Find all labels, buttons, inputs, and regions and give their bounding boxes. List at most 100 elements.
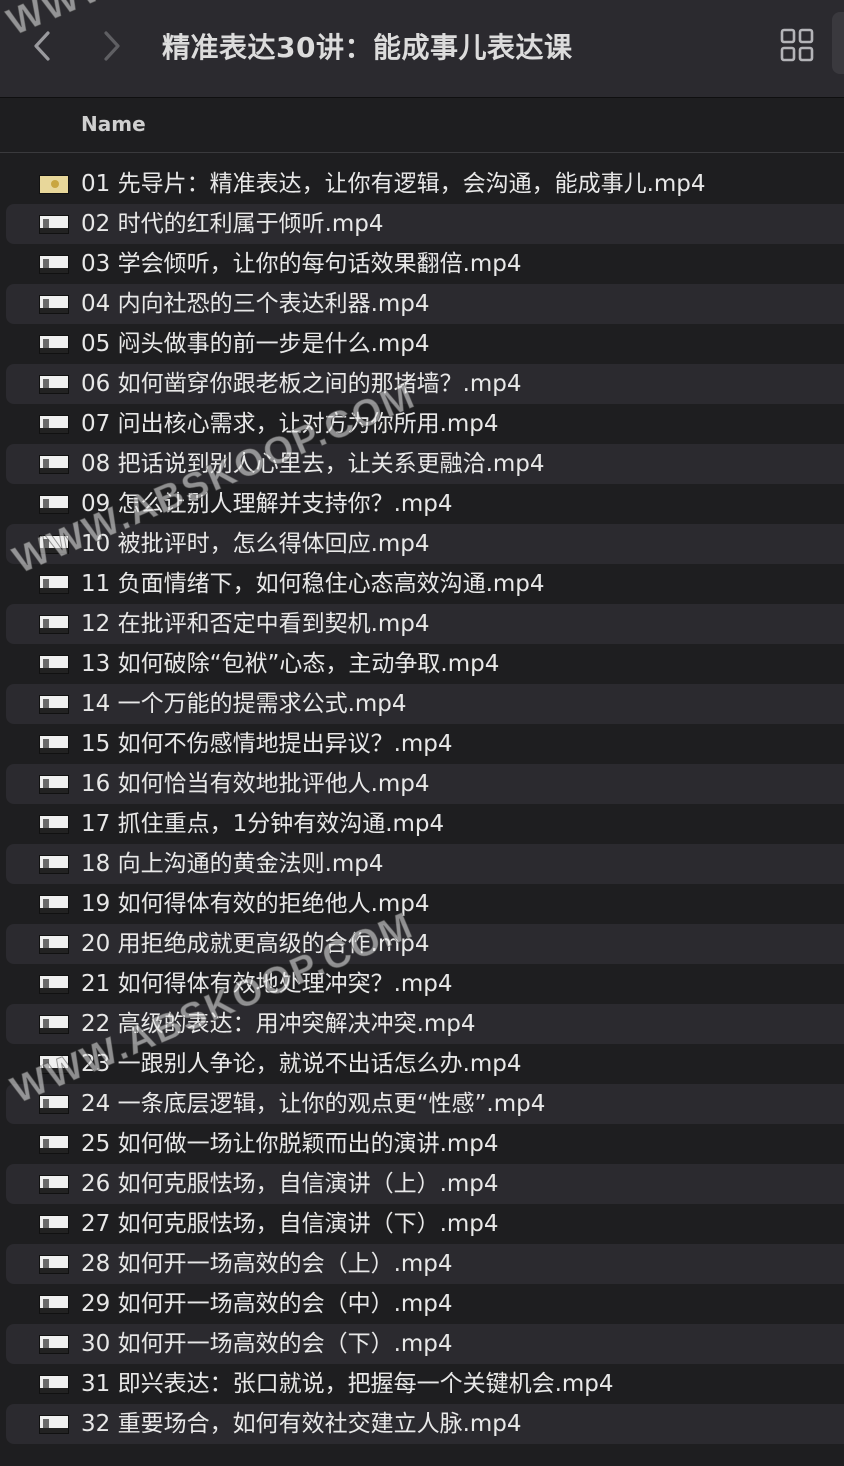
file-name: 30 如何开一场高效的会（下）.mp4 — [81, 1331, 453, 1357]
forward-button[interactable] — [92, 24, 132, 68]
file-row[interactable]: 03 学会倾听，让你的每句话效果翻倍.mp4 — [6, 244, 844, 284]
thumbnail-bar — [40, 1348, 68, 1353]
video-thumbnail-icon — [39, 655, 69, 674]
file-name: 07 问出核心需求，让对方为你所用.mp4 — [81, 411, 499, 437]
name-column-header[interactable]: Name — [81, 112, 146, 136]
file-row[interactable]: 27 如何克服怯场，自信演讲（下）.mp4 — [6, 1204, 844, 1244]
file-row[interactable]: 18 向上沟通的黄金法则.mp4 — [6, 844, 844, 884]
file-name: 28 如何开一场高效的会（上）.mp4 — [81, 1251, 453, 1277]
thumbnail-bar — [40, 588, 68, 593]
file-row[interactable]: 12 在批评和否定中看到契机.mp4 — [6, 604, 844, 644]
thumbnail-figure — [43, 499, 49, 508]
file-name: 21 如何得体有效地处理冲突？.mp4 — [81, 971, 453, 997]
file-row[interactable]: 17 抓住重点，1分钟有效沟通.mp4 — [6, 804, 844, 844]
thumbnail-figure — [43, 739, 49, 748]
file-name: 12 在批评和否定中看到契机.mp4 — [81, 611, 430, 637]
thumbnail-bar — [40, 1108, 68, 1113]
thumbnail-figure — [43, 1259, 49, 1268]
chevron-left-icon — [34, 31, 50, 61]
thumbnail-figure — [43, 419, 49, 428]
video-thumbnail-icon — [39, 1295, 69, 1314]
video-thumbnail-icon — [39, 1375, 69, 1394]
video-thumbnail-icon — [39, 935, 69, 954]
thumbnail-figure — [43, 1219, 49, 1228]
file-row[interactable]: 26 如何克服怯场，自信演讲（上）.mp4 — [6, 1164, 844, 1204]
file-row[interactable]: 21 如何得体有效地处理冲突？.mp4 — [6, 964, 844, 1004]
file-name: 29 如何开一场高效的会（中）.mp4 — [81, 1291, 453, 1317]
file-row[interactable]: 01 先导片：精准表达，让你有逻辑，会沟通，能成事儿.mp4 — [6, 164, 844, 204]
file-row[interactable]: 24 一条底层逻辑，让你的观点更“性感”.mp4 — [6, 1084, 844, 1124]
video-thumbnail-icon — [39, 455, 69, 474]
thumbnail-bar — [40, 548, 68, 553]
file-row[interactable]: 29 如何开一场高效的会（中）.mp4 — [6, 1284, 844, 1324]
file-row[interactable]: 06 如何凿穿你跟老板之间的那堵墙？.mp4 — [6, 364, 844, 404]
file-row[interactable]: 19 如何得体有效的拒绝他人.mp4 — [6, 884, 844, 924]
file-name: 06 如何凿穿你跟老板之间的那堵墙？.mp4 — [81, 371, 522, 397]
video-thumbnail-icon — [39, 615, 69, 634]
file-name: 26 如何克服怯场，自信演讲（上）.mp4 — [81, 1171, 499, 1197]
thumbnail-figure — [43, 339, 49, 348]
thumbnail-figure — [43, 1099, 49, 1108]
file-row[interactable]: 07 问出核心需求，让对方为你所用.mp4 — [6, 404, 844, 444]
thumbnail-bar — [40, 748, 68, 753]
file-name: 05 闷头做事的前一步是什么.mp4 — [81, 331, 430, 357]
file-row[interactable]: 28 如何开一场高效的会（上）.mp4 — [6, 1244, 844, 1284]
thumbnail-bar — [40, 1228, 68, 1233]
file-name: 11 负面情绪下，如何稳住心态高效沟通.mp4 — [81, 571, 545, 597]
thumbnail-figure — [43, 459, 49, 468]
thumbnail-bar — [40, 1388, 68, 1393]
file-name: 20 用拒绝成就更高级的合作.mp4 — [81, 931, 430, 957]
file-row[interactable]: 09 怎么让别人理解并支持你？.mp4 — [6, 484, 844, 524]
thumbnail-figure — [43, 579, 49, 588]
file-row[interactable]: 11 负面情绪下，如何稳住心态高效沟通.mp4 — [6, 564, 844, 604]
thumbnail-bar — [40, 668, 68, 673]
video-thumbnail-icon — [39, 1055, 69, 1074]
file-row[interactable]: 10 被批评时，怎么得体回应.mp4 — [6, 524, 844, 564]
chevron-right-icon — [104, 31, 120, 61]
file-row[interactable]: 04 内向社恐的三个表达利器.mp4 — [6, 284, 844, 324]
thumbnail-figure — [43, 259, 49, 268]
file-row[interactable]: 02 时代的红利属于倾听.mp4 — [6, 204, 844, 244]
video-thumbnail-icon — [39, 975, 69, 994]
column-header: Name — [0, 99, 844, 153]
file-row[interactable]: 23 一跟别人争论，就说不出话怎么办.mp4 — [6, 1044, 844, 1084]
file-row[interactable]: 15 如何不伤感情地提出异议？.mp4 — [6, 724, 844, 764]
thumbnail-figure — [43, 539, 49, 548]
thumbnail-figure — [43, 899, 49, 908]
file-name: 14 一个万能的提需求公式.mp4 — [81, 691, 407, 717]
thumbnail-bar — [40, 1428, 68, 1433]
file-name: 18 向上沟通的黄金法则.mp4 — [81, 851, 384, 877]
file-row[interactable]: 32 重要场合，如何有效社交建立人脉.mp4 — [6, 1404, 844, 1444]
file-row[interactable]: 22 高级的表达：用冲突解决冲突.mp4 — [6, 1004, 844, 1044]
file-row[interactable]: 16 如何恰当有效地批评他人.mp4 — [6, 764, 844, 804]
video-thumbnail-icon — [39, 415, 69, 434]
thumbnail-bar — [40, 308, 68, 313]
video-thumbnail-icon — [39, 775, 69, 794]
thumbnail-figure — [51, 180, 59, 188]
file-name: 01 先导片：精准表达，让你有逻辑，会沟通，能成事儿.mp4 — [81, 171, 706, 197]
file-row[interactable]: 13 如何破除“包袱”心态，主动争取.mp4 — [6, 644, 844, 684]
thumbnail-bar — [40, 868, 68, 873]
video-thumbnail-icon — [39, 1175, 69, 1194]
file-row[interactable]: 20 用拒绝成就更高级的合作.mp4 — [6, 924, 844, 964]
thumbnail-figure — [43, 1019, 49, 1028]
file-name: 13 如何破除“包袱”心态，主动争取.mp4 — [81, 651, 500, 677]
file-row[interactable]: 25 如何做一场让你脱颖而出的演讲.mp4 — [6, 1124, 844, 1164]
video-thumbnail-icon — [39, 695, 69, 714]
thumbnail-figure — [43, 1299, 49, 1308]
thumbnail-figure — [43, 699, 49, 708]
file-row[interactable]: 08 把话说到别人心里去，让关系更融洽.mp4 — [6, 444, 844, 484]
thumbnail-figure — [43, 1379, 49, 1388]
file-name: 16 如何恰当有效地批评他人.mp4 — [81, 771, 430, 797]
back-button[interactable] — [22, 24, 62, 68]
file-row[interactable]: 14 一个万能的提需求公式.mp4 — [6, 684, 844, 724]
view-mode-button[interactable] — [778, 26, 816, 64]
thumbnail-bar — [40, 828, 68, 833]
video-thumbnail-icon — [39, 1215, 69, 1234]
thumbnail-bar — [40, 1068, 68, 1073]
file-row[interactable]: 31 即兴表达：张口就说，把握每一个关键机会.mp4 — [6, 1364, 844, 1404]
file-row[interactable]: 05 闷头做事的前一步是什么.mp4 — [6, 324, 844, 364]
toolbar-search-edge[interactable] — [832, 12, 844, 74]
video-thumbnail-icon — [39, 1135, 69, 1154]
file-row[interactable]: 30 如何开一场高效的会（下）.mp4 — [6, 1324, 844, 1364]
